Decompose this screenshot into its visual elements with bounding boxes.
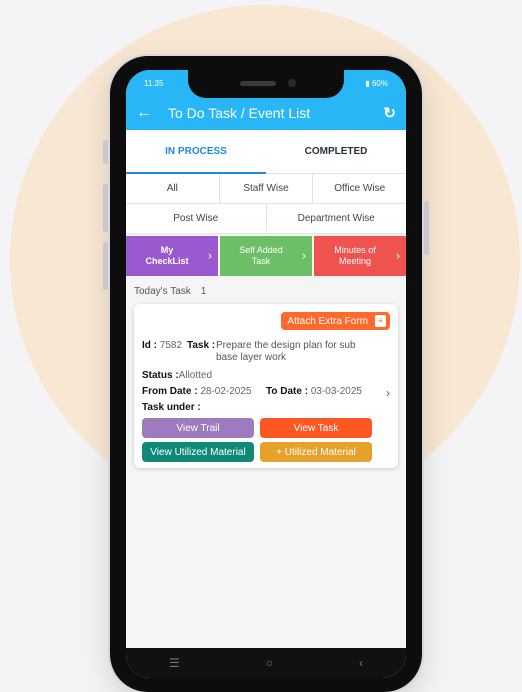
to-date-value: 03-03-2025 [310,386,362,397]
battery-indicator: ▮ 60% [365,78,388,88]
back-arrow-icon[interactable]: ← [136,104,168,122]
minutes-of-meeting-button[interactable]: Minutes of Meeting › [314,236,406,276]
speaker [240,81,276,86]
filter-staff-wise[interactable]: Staff Wise [220,174,314,203]
id-value: 7582 [159,340,183,351]
form-icon: ≡ [375,315,386,327]
category-label-line2: Task [251,256,271,266]
filter-grid: All Staff Wise Office Wise Post Wise Dep… [126,174,406,234]
category-label-line1: Self Added [239,245,283,255]
system-nav-bar: ☰ ○ ‹ [126,648,406,678]
add-utilized-material-button[interactable]: + Utilized Material [260,442,372,462]
phone-frame: 11:35 ▮ 60% ← To Do Task / Event List ↻ … [103,56,429,692]
category-buttons: My CheckList › Self Added Task › Minutes… [126,236,406,276]
to-date-line: To Date : 03-03-2025 [266,386,362,397]
task-under-label: Task under : [142,402,201,413]
status-value: Allotted [178,370,213,381]
view-utilized-material-button[interactable]: View Utilized Material [142,442,254,462]
filter-department-wise[interactable]: Department Wise [267,204,407,233]
from-date-line: From Date : 28-02-2025 [142,386,252,397]
task-id-line: Id : 7582 [142,340,182,351]
todays-task-label: Today's Task 1 [134,286,206,297]
id-label: Id : [142,340,157,351]
status-time: 11:35 [144,78,164,88]
home-icon[interactable]: ○ [266,656,273,670]
refresh-icon[interactable]: ↻ [383,104,396,122]
task-description: Prepare the design plan for sub base lay… [216,340,356,363]
chevron-right-icon[interactable]: › [386,386,390,400]
category-label-line1: My [160,245,174,255]
chevron-right-icon: › [208,248,212,263]
from-date-value: 28-02-2025 [200,386,252,397]
phone-power-button [424,201,429,255]
category-label-line2: Meeting [338,256,372,266]
task-under-line: Task under : [142,402,201,413]
back-icon[interactable]: ‹ [359,656,363,670]
tab-bar: IN PROCESS COMPLETED [126,130,406,174]
phone-screen: 11:35 ▮ 60% ← To Do Task / Event List ↻ … [126,70,406,678]
phone-volume-up [103,184,108,232]
tab-completed[interactable]: COMPLETED [266,130,406,173]
filter-post-wise[interactable]: Post Wise [126,204,267,233]
recents-icon[interactable]: ☰ [169,656,180,670]
chevron-right-icon: › [302,248,306,263]
category-label-line1: Minutes of [334,245,376,255]
camera [288,79,296,87]
app-bar: ← To Do Task / Event List ↻ [126,96,406,130]
view-task-button[interactable]: View Task [260,418,372,438]
status-line: Status :Allotted [142,370,212,381]
page-title: To Do Task / Event List [168,105,311,121]
view-trail-button[interactable]: View Trail [142,418,254,438]
filter-all[interactable]: All [126,174,220,203]
filter-office-wise[interactable]: Office Wise [313,174,406,203]
battery-level: 60% [371,78,388,88]
phone-volume-down [103,242,108,290]
attach-extra-form-button[interactable]: Attach Extra Form ≡ [281,312,390,330]
task-label: Task : [187,340,216,351]
self-added-task-button[interactable]: Self Added Task › [220,236,312,276]
todays-task-text: Today's Task [134,286,191,297]
tab-in-process[interactable]: IN PROCESS [126,130,266,174]
my-checklist-button[interactable]: My CheckList › [126,236,218,276]
task-label-wrap: Task : [187,340,215,351]
notch [188,70,344,98]
attach-extra-form-label: Attach Extra Form [287,315,368,327]
status-label: Status : [142,370,179,381]
todays-task-count: 1 [200,286,207,297]
chevron-right-icon: › [396,248,400,263]
to-date-label: To Date : [266,386,309,397]
task-card[interactable]: Attach Extra Form ≡ Id : 7582 Task : Pre… [134,304,398,468]
category-label-line2: CheckList [145,256,189,266]
from-date-label: From Date : [142,386,198,397]
phone-side-button [103,140,108,164]
